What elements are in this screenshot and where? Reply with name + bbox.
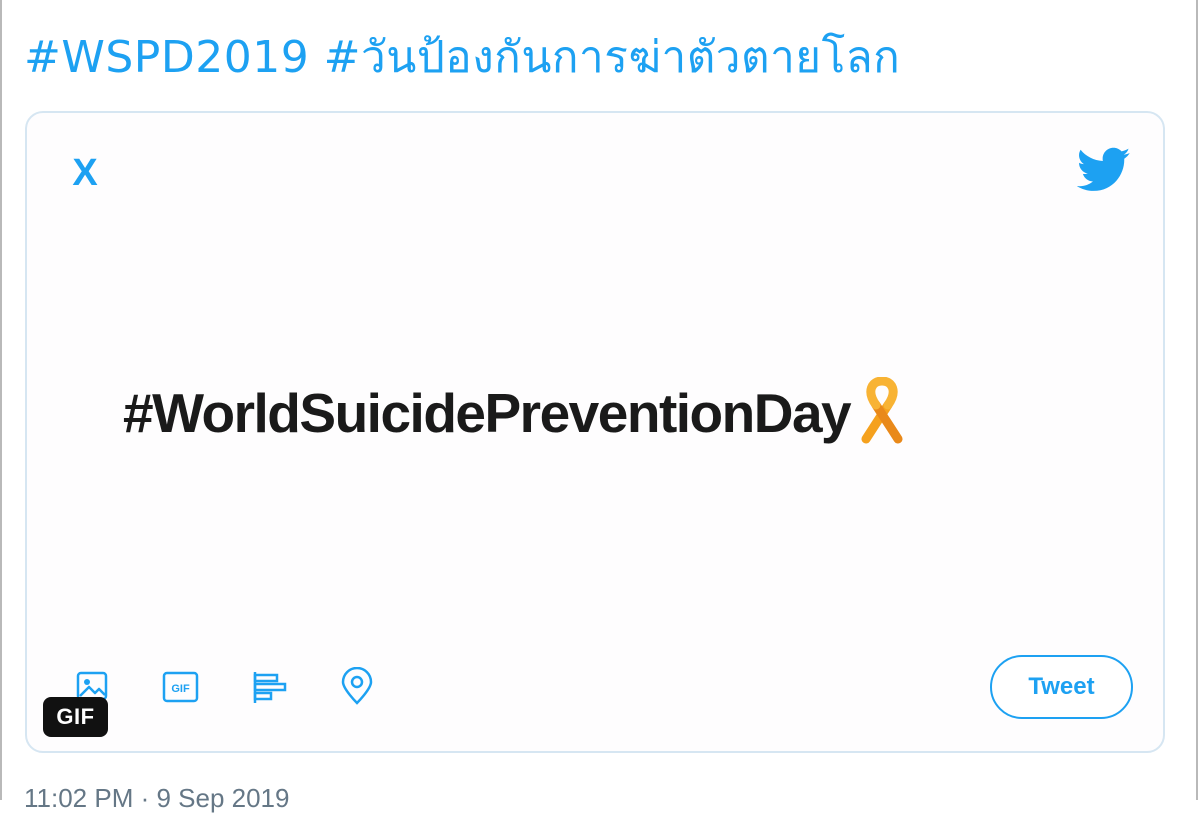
hashtag-text: #WorldSuicidePreventionDay xyxy=(123,382,852,444)
tweet-button[interactable]: Tweet xyxy=(990,655,1133,719)
hashtag-banner: #WorldSuicidePreventionDay xyxy=(123,377,906,445)
twitter-bird-icon xyxy=(1077,147,1131,191)
gif-icon[interactable]: GIF xyxy=(161,667,201,707)
tweet-text[interactable]: #WSPD2019 #วันป้องกันการฆ่าตัวตายโลก xyxy=(24,28,900,88)
tweet-timestamp[interactable]: 11:02 PM · 9 Sep 2019 xyxy=(24,782,289,814)
awareness-ribbon-icon xyxy=(861,377,903,444)
poll-icon[interactable] xyxy=(249,667,289,707)
location-pin-icon[interactable] xyxy=(337,667,377,707)
media-card[interactable]: X #WorldSuicidePreventionDay GIF Tweet xyxy=(25,111,1165,753)
gif-icon-label: GIF xyxy=(171,683,190,695)
close-icon: X xyxy=(72,152,98,194)
gif-badge: GIF xyxy=(43,697,108,737)
